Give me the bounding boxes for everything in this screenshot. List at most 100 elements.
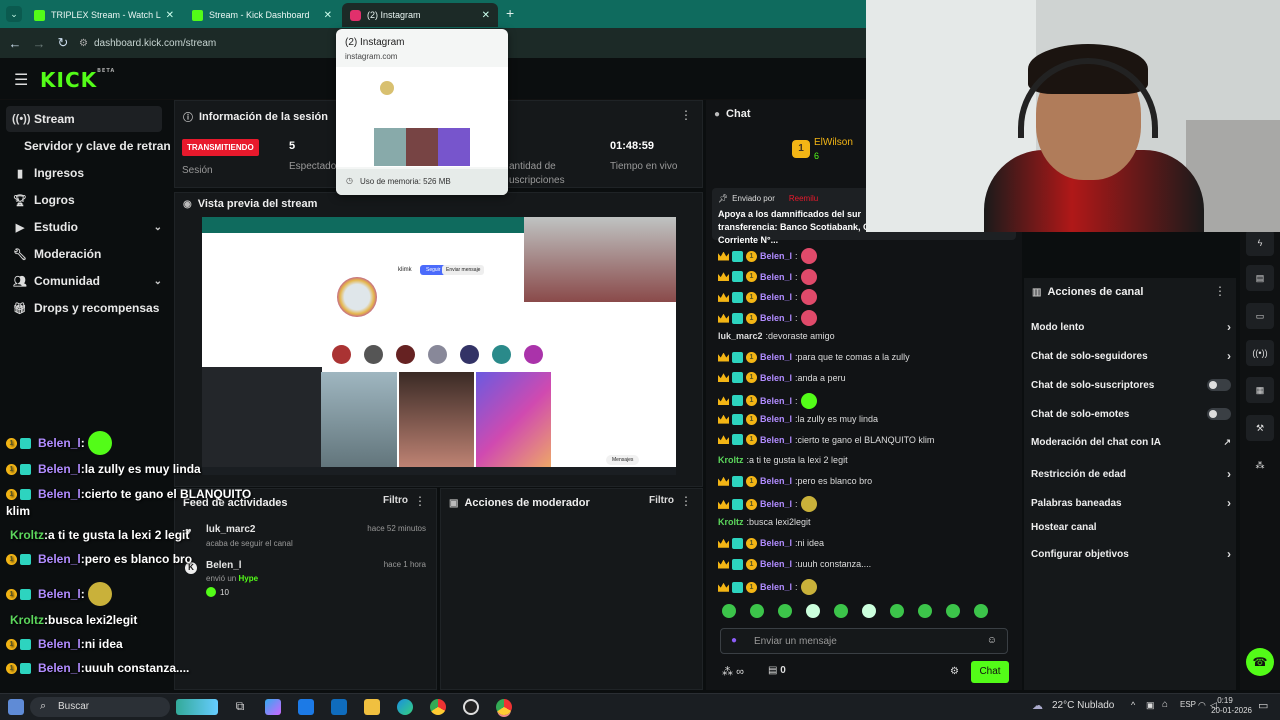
chat-settings-icon[interactable]: ⚙: [950, 666, 959, 677]
emote-picker-icon[interactable]: [750, 604, 764, 618]
sidebar-item-estudio[interactable]: ▶ Estudio ⌄: [6, 214, 162, 240]
menu-icon[interactable]: ☰: [14, 70, 28, 90]
chat-username[interactable]: Belen_l: [760, 476, 792, 486]
kick-logo[interactable]: KICKBETA: [40, 68, 115, 92]
outlook-icon[interactable]: [298, 699, 314, 715]
tab-triplex[interactable]: TRIPLEX Stream - Watch Live on ✕: [26, 3, 182, 27]
chat-username[interactable]: Belen_l: [760, 414, 792, 424]
chat-username[interactable]: Belen_l: [760, 352, 792, 362]
sidebar-item-ingresos[interactable]: ▮ Ingresos: [6, 160, 162, 186]
microphone-icon[interactable]: ●: [731, 635, 737, 646]
url-field[interactable]: dashboard.kick.com/stream: [94, 38, 216, 49]
channel-action-row[interactable]: Hostear canal: [1031, 522, 1231, 533]
weather-text[interactable]: 22°C Nublado: [1052, 700, 1114, 711]
reload-icon[interactable]: ↻: [51, 35, 75, 51]
close-tab-icon[interactable]: ✕: [166, 10, 174, 21]
community-icon[interactable]: ⁂: [1246, 452, 1274, 478]
channel-action-row[interactable]: Moderación del chat con IA ↗: [1031, 437, 1231, 448]
store-icon[interactable]: [331, 699, 347, 715]
notifications-icon[interactable]: ▭: [1258, 699, 1268, 712]
tab-list-button[interactable]: ⌄: [6, 6, 22, 22]
wrench-icon[interactable]: ⚒: [1246, 415, 1274, 441]
channel-action-row[interactable]: Chat de solo-suscriptores: [1031, 379, 1231, 391]
more-options-icon[interactable]: ⋮: [680, 108, 692, 122]
sidebar-item-comunidad[interactable]: 👥︎ Comunidad ⌄: [6, 268, 162, 294]
emote-picker-icon[interactable]: [918, 604, 932, 618]
chat-username[interactable]: Belen_l: [760, 559, 792, 569]
lightning-icon[interactable]: ϟ: [1246, 230, 1274, 256]
sidebar-item-drops[interactable]: 🎁︎ Drops y recompensas: [6, 295, 162, 321]
clock-date[interactable]: 20-01-2026: [1200, 706, 1252, 715]
start-icon[interactable]: [8, 699, 24, 715]
chat-username[interactable]: Belen_l: [760, 292, 792, 302]
chat-username[interactable]: Belen_l: [760, 499, 792, 509]
emote-picker-icon[interactable]: [890, 604, 904, 618]
tray-app-icon[interactable]: ▣: [1146, 700, 1155, 711]
activity-filter-button[interactable]: Filtro: [383, 495, 408, 506]
forward-icon[interactable]: →: [27, 36, 51, 51]
more-options-icon[interactable]: ⋮: [414, 494, 426, 508]
channel-action-row[interactable]: Modo lento ›: [1031, 320, 1231, 334]
sidebar-item-moderacion[interactable]: 🔧︎ Moderación: [6, 241, 162, 267]
tray-chevron-icon[interactable]: ^: [1131, 700, 1135, 710]
more-options-icon[interactable]: ⋮: [1214, 284, 1226, 298]
back-icon[interactable]: ←: [3, 36, 27, 51]
language-indicator[interactable]: ESP: [1180, 700, 1196, 709]
toggle-switch[interactable]: [1207, 408, 1231, 420]
emote-picker-icon[interactable]: [834, 604, 848, 618]
new-tab-button[interactable]: +: [506, 5, 514, 21]
tab-kick-dashboard[interactable]: Stream - Kick Dashboard ✕: [184, 3, 340, 27]
chat-username[interactable]: Kroltz: [718, 455, 744, 465]
gift-indicator[interactable]: ▤ 0: [768, 665, 786, 676]
sidebar-item-stream[interactable]: ((•)) Stream: [6, 106, 162, 132]
chrome-active-icon[interactable]: [496, 699, 512, 715]
channel-action-row[interactable]: Chat de solo-seguidores ›: [1031, 349, 1231, 363]
copilot-icon[interactable]: [265, 699, 281, 715]
chat-username[interactable]: Belen_l: [760, 373, 792, 383]
emoji-icon[interactable]: ☺: [987, 635, 997, 646]
broadcast-icon[interactable]: ((•)): [1246, 340, 1274, 366]
sidebar-item-logros[interactable]: 🏆︎ Logros: [6, 187, 162, 213]
widgets-icon[interactable]: [176, 699, 218, 715]
chat-icon[interactable]: ▭: [1246, 303, 1274, 329]
taskbar-search[interactable]: ⌕ Buscar: [30, 697, 170, 717]
close-tab-icon[interactable]: ✕: [324, 10, 332, 21]
toggle-switch[interactable]: [1207, 379, 1231, 391]
send-chat-button[interactable]: Chat: [971, 661, 1009, 683]
clock-time[interactable]: 0:19: [1212, 696, 1238, 705]
chrome-icon[interactable]: [430, 699, 446, 715]
chat-username[interactable]: Belen_l: [760, 435, 792, 445]
task-view-icon[interactable]: ⧉: [232, 699, 248, 715]
layout-icon[interactable]: ▦: [1246, 377, 1274, 403]
emote-picker-icon[interactable]: [862, 604, 876, 618]
network-icon[interactable]: ⌂: [1162, 699, 1168, 710]
channel-action-row[interactable]: Configurar objetivos ›: [1031, 547, 1231, 561]
emote-picker-icon[interactable]: [778, 604, 792, 618]
emote-picker-icon[interactable]: [974, 604, 988, 618]
clipboard-icon[interactable]: ▤: [1246, 265, 1274, 291]
tab-instagram[interactable]: (2) Instagram ✕: [342, 3, 498, 27]
chat-username[interactable]: Belen_l: [760, 272, 792, 282]
points-indicator[interactable]: ⁂ ∞: [722, 665, 744, 678]
chat-username[interactable]: Kroltz: [718, 517, 744, 527]
obs-icon[interactable]: [463, 699, 479, 715]
chat-username[interactable]: Belen_l: [760, 251, 792, 261]
emote-picker-icon[interactable]: [806, 604, 820, 618]
support-icon[interactable]: ☎: [1246, 648, 1274, 676]
sidebar-item-server-key[interactable]: Servidor y clave de retransm: [6, 133, 170, 159]
emote-picker-icon[interactable]: [946, 604, 960, 618]
chat-username[interactable]: Belen_l: [760, 538, 792, 548]
close-tab-icon[interactable]: ✕: [482, 10, 490, 21]
edge-icon[interactable]: [397, 699, 413, 715]
chat-input[interactable]: ● Enviar un mensaje ☺: [720, 628, 1008, 654]
channel-action-row[interactable]: Chat de solo-emotes: [1031, 408, 1231, 420]
chat-username[interactable]: Belen_l: [760, 313, 792, 323]
emote-picker-icon[interactable]: [722, 604, 736, 618]
more-options-icon[interactable]: ⋮: [680, 494, 692, 508]
site-info-icon[interactable]: ⚙: [79, 38, 88, 49]
chat-username[interactable]: luk_marc2: [718, 331, 763, 341]
mod-filter-button[interactable]: Filtro: [649, 495, 674, 506]
chat-username[interactable]: Belen_l: [760, 582, 792, 592]
chat-username[interactable]: Belen_l: [760, 396, 792, 406]
folder-icon[interactable]: [364, 699, 380, 715]
